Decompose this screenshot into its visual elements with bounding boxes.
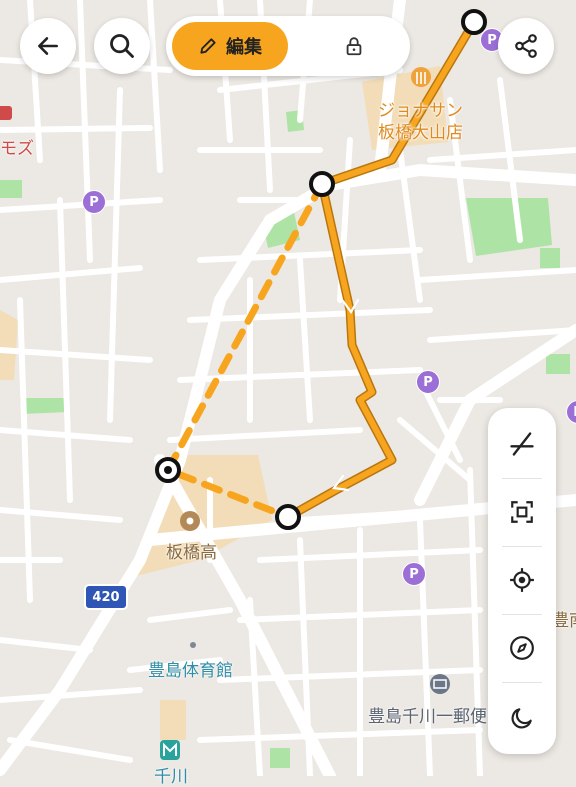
dark-mode-icon (511, 708, 532, 729)
compass-icon (510, 636, 534, 660)
pencil-icon (200, 38, 216, 54)
search-button[interactable] (94, 18, 150, 74)
side-toolbar (488, 408, 556, 754)
lock-icon (346, 37, 362, 56)
post-office-icon (430, 674, 450, 694)
dark-mode-button[interactable] (488, 684, 556, 752)
pencil-off-icon (510, 432, 534, 456)
lock-mode-button[interactable] (306, 22, 402, 70)
edit-mode-label: 編集 (226, 37, 262, 58)
school-label: 板橋高 (166, 543, 217, 563)
waypoint-start (461, 9, 487, 35)
left-edge-label: モズ (0, 139, 34, 159)
share-icon (515, 34, 537, 58)
parking-icon: P (82, 190, 106, 214)
back-button[interactable] (20, 18, 76, 74)
edit-mode-button[interactable]: 編集 (172, 22, 288, 70)
parking-icon: P (416, 370, 440, 394)
disable-edit-button[interactable] (488, 410, 556, 478)
mode-toggle: 編集 (166, 16, 410, 76)
post-office-label: 豊島千川一郵便 (368, 707, 487, 727)
fit-bounds-icon (511, 501, 533, 523)
station-label: 千川 (154, 767, 188, 787)
fit-bounds-button[interactable] (488, 478, 556, 546)
parking-icon: P (402, 562, 426, 586)
waypoint-2 (309, 171, 335, 197)
compass-button[interactable] (488, 614, 556, 682)
search-icon (110, 34, 134, 58)
my-location-icon (510, 568, 534, 592)
gym-label: 豊島体育館 (148, 661, 233, 681)
waypoint-3 (275, 504, 301, 530)
my-location-button[interactable] (488, 546, 556, 614)
back-arrow-icon (38, 37, 58, 55)
route-shield-420: 420 (84, 584, 128, 610)
share-button[interactable] (498, 18, 554, 74)
shop-icon (0, 106, 12, 120)
restaurant-sublabel: 板橋大山店 (378, 123, 463, 143)
gym-icon (190, 642, 196, 648)
